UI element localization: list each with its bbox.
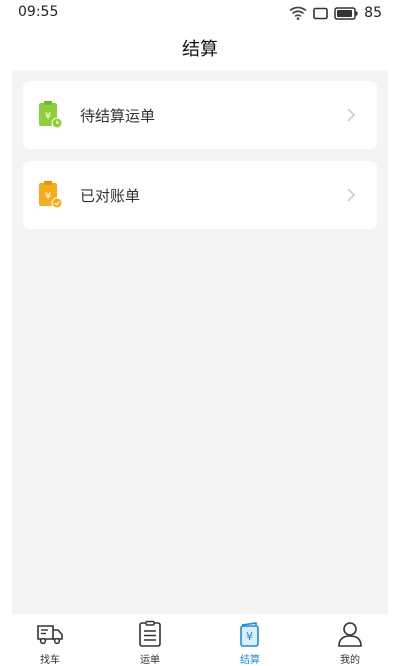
- svg-text:¥: ¥: [45, 111, 51, 122]
- bottom-tab-bar: 找车 运单 ¥ 结算 我的: [0, 614, 400, 666]
- card-pending-settlement[interactable]: ¥ 待结算运单: [23, 81, 377, 149]
- user-icon: [338, 622, 362, 647]
- status-bar: 09:55 85: [0, 0, 400, 26]
- truck-icon: [37, 625, 63, 645]
- status-icons: 85: [289, 4, 382, 22]
- tab-label: 我的: [340, 655, 360, 666]
- chevron-right-icon: [347, 188, 355, 202]
- svg-text:¥: ¥: [45, 191, 51, 202]
- card-label: 待结算运单: [80, 106, 156, 125]
- green-clipboard-yen-clock-icon: ¥: [39, 101, 63, 129]
- orange-clipboard-yen-check-icon: ¥: [39, 181, 63, 209]
- clipboard-list-icon: [139, 620, 161, 647]
- card-label: 已对账单: [80, 186, 141, 205]
- wifi-icon: [289, 6, 307, 20]
- tab-label: 找车: [40, 655, 60, 666]
- battery-level: 85: [364, 5, 382, 21]
- screen-icon: [313, 7, 328, 19]
- tab-settlement[interactable]: ¥ 结算: [200, 614, 300, 666]
- card-reconciled-bills[interactable]: ¥ 已对账单: [23, 161, 377, 229]
- status-time: 09:55: [18, 4, 59, 20]
- tab-waybill[interactable]: 运单: [100, 614, 200, 666]
- battery-icon: [334, 6, 358, 20]
- page-title: 结算: [182, 39, 218, 60]
- tab-mine[interactable]: 我的: [300, 614, 400, 666]
- tab-label: 运单: [140, 655, 160, 666]
- content-area: ¥ 待结算运单 ¥ 已对账单: [12, 70, 388, 614]
- chevron-right-icon: [347, 108, 355, 122]
- yen-book-icon: ¥: [240, 622, 259, 647]
- svg-text:¥: ¥: [246, 630, 253, 643]
- tab-find-truck[interactable]: 找车: [0, 614, 100, 666]
- tab-label: 结算: [240, 655, 260, 666]
- nav-bar: 结算: [0, 26, 400, 70]
